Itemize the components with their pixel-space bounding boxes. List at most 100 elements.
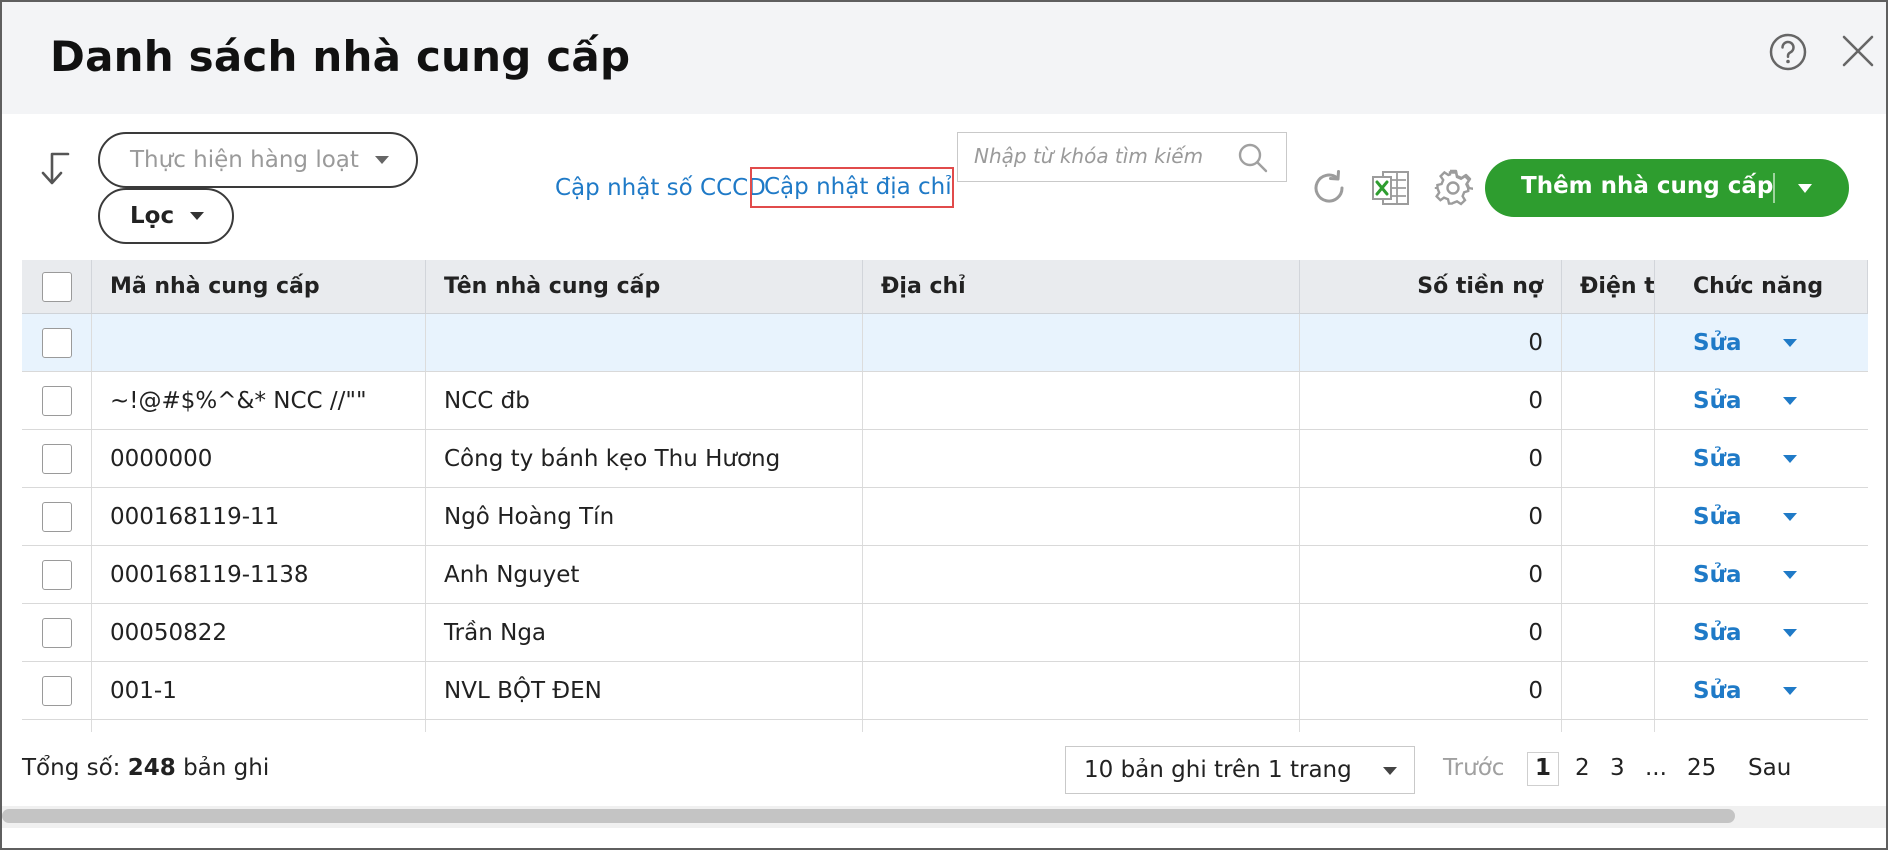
- cell-phone: [1562, 720, 1655, 732]
- cell-phone: [1562, 488, 1655, 545]
- chevron-down-icon[interactable]: [1783, 512, 1798, 521]
- bulk-action-button[interactable]: Thực hiện hàng loạt: [98, 132, 418, 188]
- row-checkbox-cell: [22, 488, 92, 545]
- cell-name: Công ty bánh kẹo Thu Hương: [426, 430, 863, 487]
- table-row[interactable]: 001-1 NVL BỘT ĐEN 0 Sửa: [22, 662, 1868, 720]
- column-header-address[interactable]: Địa chỉ: [863, 260, 1300, 313]
- refresh-icon[interactable]: [1309, 168, 1349, 208]
- filter-label: Lọc: [130, 203, 175, 229]
- cell-address: [863, 488, 1300, 545]
- page-ellipsis: ...: [1645, 755, 1667, 781]
- cell-name: [426, 314, 863, 371]
- row-checkbox-cell: [22, 546, 92, 603]
- edit-link[interactable]: Sửa: [1693, 504, 1741, 530]
- cell-actions: Sửa: [1655, 372, 1868, 429]
- chevron-down-icon[interactable]: [1783, 628, 1798, 637]
- row-checkbox[interactable]: [41, 385, 72, 416]
- table-row[interactable]: 000168119-11 Ngô Hoàng Tín 0 Sửa: [22, 488, 1868, 546]
- table-row[interactable]: 0 Sửa: [22, 314, 1868, 372]
- cell-address: [863, 314, 1300, 371]
- cell-actions: Sửa: [1655, 546, 1868, 603]
- search-input[interactable]: [974, 144, 1234, 168]
- cell-name: [426, 720, 863, 732]
- page-25-button[interactable]: 25: [1687, 755, 1716, 781]
- cell-code: [92, 720, 426, 732]
- row-checkbox-cell: [22, 720, 92, 732]
- cell-address: [863, 662, 1300, 719]
- cell-debt: 0: [1300, 488, 1562, 545]
- cell-debt: 0: [1300, 430, 1562, 487]
- cell-phone: [1562, 372, 1655, 429]
- chevron-down-icon[interactable]: [1798, 184, 1812, 193]
- cell-code: 000168119-1138: [92, 546, 426, 603]
- search-box: [957, 132, 1287, 182]
- row-checkbox[interactable]: [41, 675, 72, 706]
- page-title: Danh sách nhà cung cấp: [50, 32, 631, 81]
- cell-name: Ngô Hoàng Tín: [426, 488, 863, 545]
- column-header-phone[interactable]: Điện th: [1562, 260, 1655, 313]
- table-row-partial: [22, 720, 1868, 732]
- chevron-down-icon[interactable]: [1783, 396, 1798, 405]
- table-row[interactable]: 00050822 Trần Nga 0 Sửa: [22, 604, 1868, 662]
- chevron-down-icon[interactable]: [1783, 454, 1798, 463]
- page-3-button[interactable]: 3: [1610, 755, 1625, 781]
- edit-link[interactable]: Sửa: [1693, 388, 1741, 414]
- cell-actions: Sửa: [1655, 314, 1868, 371]
- cell-address: [863, 604, 1300, 661]
- cell-phone: [1562, 662, 1655, 719]
- edit-link[interactable]: Sửa: [1693, 678, 1741, 704]
- column-header-debt[interactable]: Số tiền nợ: [1300, 260, 1562, 313]
- add-supplier-button[interactable]: Thêm nhà cung cấp: [1485, 159, 1849, 217]
- cell-phone: [1562, 604, 1655, 661]
- cell-phone: [1562, 430, 1655, 487]
- row-checkbox[interactable]: [41, 559, 72, 590]
- prev-page-button[interactable]: Trước: [1443, 755, 1504, 781]
- column-header-name[interactable]: Tên nhà cung cấp: [426, 260, 863, 313]
- chevron-down-icon[interactable]: [1783, 338, 1798, 347]
- cell-code: [92, 314, 426, 371]
- table-row[interactable]: 000168119-1138 Anh Nguyet 0 Sửa: [22, 546, 1868, 604]
- update-address-link[interactable]: Cập nhật địa chỉ: [750, 167, 954, 208]
- row-checkbox-cell: [22, 662, 92, 719]
- update-cccd-link[interactable]: Cập nhật số CCCD: [555, 175, 766, 201]
- chevron-down-icon[interactable]: [1783, 686, 1798, 695]
- filter-button[interactable]: Lọc: [98, 188, 234, 244]
- excel-icon[interactable]: [1371, 168, 1411, 208]
- horizontal-scrollbar[interactable]: [2, 806, 1886, 828]
- row-checkbox[interactable]: [41, 443, 72, 474]
- add-supplier-label: Thêm nhà cung cấp: [1521, 173, 1774, 199]
- edit-link[interactable]: Sửa: [1693, 620, 1741, 646]
- edit-link[interactable]: Sửa: [1693, 562, 1741, 588]
- chevron-down-icon[interactable]: [1783, 570, 1798, 579]
- close-icon[interactable]: [1838, 31, 1878, 71]
- row-checkbox[interactable]: [41, 617, 72, 648]
- edit-link[interactable]: Sửa: [1693, 330, 1741, 356]
- help-icon[interactable]: [1767, 31, 1809, 73]
- scrollbar-thumb[interactable]: [2, 809, 1735, 823]
- cell-actions: Sửa: [1655, 488, 1868, 545]
- select-all-checkbox[interactable]: [41, 271, 72, 302]
- chevron-down-icon: [1383, 767, 1397, 775]
- search-icon[interactable]: [1237, 142, 1269, 174]
- sort-arrow-icon[interactable]: [38, 148, 74, 188]
- table-row[interactable]: 0000000 Công ty bánh kẹo Thu Hương 0 Sửa: [22, 430, 1868, 488]
- table-row[interactable]: ~!@#$%^&* NCC //"" NCC đb 0 Sửa: [22, 372, 1868, 430]
- edit-link[interactable]: Sửa: [1693, 446, 1741, 472]
- cell-address: [863, 546, 1300, 603]
- total-prefix: Tổng số:: [22, 755, 121, 781]
- row-checkbox-cell: [22, 314, 92, 371]
- gear-icon[interactable]: [1433, 168, 1473, 208]
- cell-debt: 0: [1300, 546, 1562, 603]
- row-checkbox[interactable]: [41, 327, 72, 358]
- page-1-button[interactable]: 1: [1527, 752, 1559, 786]
- row-checkbox[interactable]: [41, 501, 72, 532]
- row-checkbox-cell: [22, 430, 92, 487]
- total-count: 248: [127, 755, 176, 781]
- cell-debt: 0: [1300, 314, 1562, 371]
- chevron-down-icon: [190, 212, 205, 220]
- page-2-button[interactable]: 2: [1575, 755, 1590, 781]
- next-page-button[interactable]: Sau: [1748, 755, 1791, 781]
- cell-debt: 0: [1300, 604, 1562, 661]
- page-size-select[interactable]: 10 bản ghi trên 1 trang: [1065, 746, 1415, 794]
- column-header-code[interactable]: Mã nhà cung cấp: [92, 260, 426, 313]
